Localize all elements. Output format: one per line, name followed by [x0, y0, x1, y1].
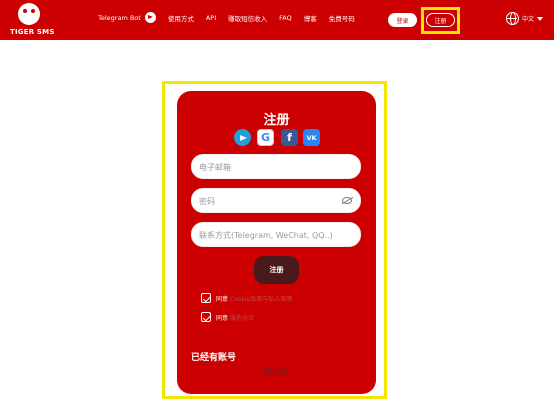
chevron-down-icon [537, 16, 544, 21]
agree-terms-label: 同意 [216, 314, 229, 322]
nav-api[interactable]: API [206, 14, 216, 22]
nav-free-numbers[interactable]: 免费号码 [329, 13, 355, 23]
agree-cookie-checkbox[interactable] [201, 293, 211, 303]
password-field-wrapper [191, 188, 361, 213]
terms-link[interactable]: 服务协议 [230, 313, 254, 322]
register-button[interactable]: 注册 [426, 13, 455, 27]
agree-cookie-label: 同意 [216, 295, 229, 303]
email-field[interactable] [192, 156, 332, 179]
logo[interactable]: TIGER SMS [10, 3, 54, 39]
email-field-wrapper [191, 154, 361, 179]
username-label: 用户名 [263, 368, 289, 378]
globe-icon [506, 12, 519, 25]
eye-off-icon[interactable] [342, 197, 352, 204]
cookie-policy-link[interactable]: Cookie政策与私人政策 [230, 294, 292, 303]
nav-earn-sms-income[interactable]: 赚取短信收入 [228, 13, 267, 23]
nav-how-to-use[interactable]: 使用方式 [168, 13, 194, 23]
brand-name: TIGER SMS [10, 28, 55, 36]
top-header: TIGER SMS Telegram Bot 使用方式 API 赚取短信收入 F… [0, 0, 554, 40]
language-label: 中文 [522, 16, 535, 23]
agree-terms-checkbox[interactable] [201, 312, 211, 322]
agree-cookie-row: 同意 Cookie政策与私人政策 [201, 293, 292, 303]
telegram-login-icon[interactable] [234, 129, 251, 146]
contact-field-wrapper [191, 222, 361, 247]
telegram-icon [144, 12, 156, 23]
nav-faq[interactable]: FAQ [279, 14, 292, 22]
login-button[interactable]: 登录 [388, 13, 417, 27]
page: TIGER SMS Telegram Bot 使用方式 API 赚取短信收入 F… [0, 0, 554, 402]
agree-terms-row: 同意 服务协议 [201, 312, 254, 322]
tiger-logo-icon [18, 3, 40, 25]
contact-field[interactable] [192, 224, 332, 247]
facebook-login-icon[interactable]: f [281, 129, 298, 146]
form-title: 注册 [263, 113, 290, 128]
main-nav: Telegram Bot 使用方式 API 赚取短信收入 FAQ 博客 免费号码 [98, 12, 367, 23]
nav-telegram-bot-label: Telegram Bot [98, 13, 141, 22]
password-field[interactable] [192, 190, 332, 213]
vk-login-icon[interactable]: VK [303, 129, 320, 146]
language-selector[interactable]: 中文 [506, 12, 544, 25]
have-account-text: 已经有账号 [191, 353, 237, 363]
google-login-icon[interactable]: G [257, 129, 274, 146]
submit-register-button[interactable]: 注册 [254, 256, 299, 284]
register-form: 注册 G f VK 注册 同意 Cookie政策与私人政策 同意 服务协议 已经… [177, 91, 376, 394]
nav-blog[interactable]: 博客 [304, 13, 317, 23]
nav-telegram-bot[interactable]: Telegram Bot [98, 12, 156, 23]
